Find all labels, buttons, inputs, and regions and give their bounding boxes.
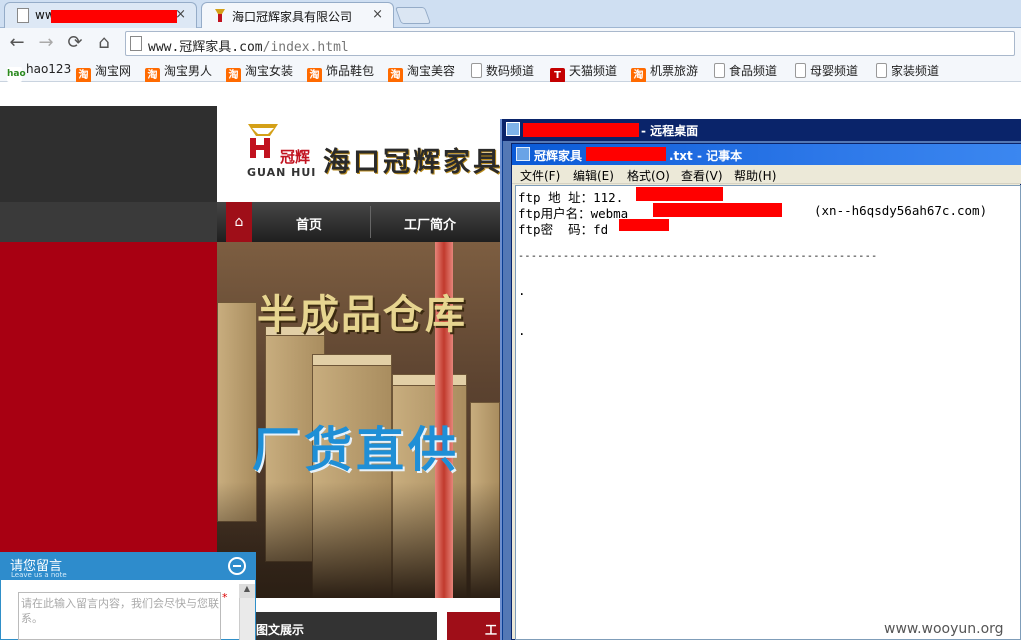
- new-tab-button[interactable]: [394, 7, 432, 24]
- bookmark-label: 家装频道: [891, 64, 940, 78]
- bookmark-label: hao123: [26, 62, 72, 76]
- url-path: /index.html: [262, 40, 349, 55]
- page-icon: [130, 36, 142, 51]
- bookmark-taobao-women[interactable]: 淘淘宝女装: [226, 62, 294, 83]
- taobao-icon: 淘: [631, 68, 646, 83]
- menu-help[interactable]: 帮助(H): [734, 167, 776, 184]
- back-arrow-icon[interactable]: ←: [6, 32, 28, 54]
- page-icon: [17, 8, 29, 23]
- separator-line: ----------------------------------------…: [518, 251, 878, 262]
- scroll-up-icon[interactable]: ▲: [239, 584, 255, 598]
- remote-desktop-title: - 远程桌面: [641, 124, 699, 138]
- bookmark-beauty[interactable]: 淘淘宝美容: [388, 62, 456, 83]
- tmall-icon: T: [550, 68, 565, 83]
- bookmark-label: 淘宝女装: [245, 64, 294, 78]
- bookmark-hao123[interactable]: haohao123: [7, 62, 72, 82]
- page-icon: [471, 63, 482, 78]
- page-icon: [795, 63, 806, 78]
- message-placeholder: 请在此输入留言内容，我们会尽快与您联系。: [21, 597, 219, 625]
- taobao-icon: 淘: [226, 68, 241, 83]
- left-nav-band: [0, 202, 217, 242]
- collapse-icon[interactable]: [228, 557, 246, 575]
- redaction-bar: [51, 10, 177, 23]
- bookmark-baby[interactable]: 母婴频道: [795, 62, 858, 78]
- tab-title: 海口冠辉家具有限公司: [232, 10, 353, 24]
- bookmark-taobao[interactable]: 淘淘宝网: [76, 62, 132, 83]
- taobao-icon: 淘: [76, 68, 91, 83]
- redaction-bar: [586, 147, 666, 161]
- bookmark-accessories[interactable]: 淘饰品鞋包: [307, 62, 375, 83]
- nav-item-home[interactable]: 首页: [296, 214, 322, 233]
- watermark: www.wooyun.org: [884, 621, 1004, 637]
- bookmark-home-decor[interactable]: 家装频道: [876, 62, 939, 78]
- bookmark-label: 淘宝网: [95, 64, 132, 78]
- remote-desktop-icon: [506, 122, 520, 136]
- url-host: www.冠辉家具.com: [148, 40, 263, 55]
- ftp-password-line: ftp密 码：fd: [518, 222, 609, 237]
- bookmark-label: 淘宝男人: [164, 64, 213, 78]
- bookmark-digital[interactable]: 数码频道: [471, 62, 534, 78]
- banner-crate-top: [312, 354, 392, 366]
- bookmark-label: 天猫频道: [569, 64, 618, 78]
- left-dark-panel: [0, 106, 217, 202]
- bookmark-label: 母婴频道: [810, 64, 859, 78]
- taobao-icon: 淘: [388, 68, 403, 83]
- notepad-dot-line: .: [518, 323, 526, 338]
- site-title: 海口冠辉家具: [323, 147, 503, 178]
- bookmark-taobao-men[interactable]: 淘淘宝男人: [145, 62, 213, 83]
- notepad-title-filename: 冠辉家具: [534, 149, 583, 163]
- bookmark-label: 食品频道: [729, 64, 778, 78]
- logo-english-text: GUAN HUI: [247, 166, 317, 179]
- close-icon[interactable]: ×: [175, 7, 186, 22]
- bookmark-label: 淘宝美容: [407, 64, 456, 78]
- site-navbar: [217, 202, 500, 242]
- url-text: www.冠辉家具.com/index.html: [148, 36, 349, 55]
- address-bar[interactable]: www.冠辉家具.com/index.html: [125, 31, 1015, 56]
- redaction-bar: [619, 219, 669, 231]
- page-icon: [714, 63, 725, 78]
- bookmark-label: 数码频道: [486, 64, 535, 78]
- tab-inactive[interactable]: ww ×: [4, 2, 197, 28]
- taobao-icon: 淘: [145, 68, 160, 83]
- gallery-label[interactable]: 图文展示: [256, 621, 304, 638]
- bookmark-flights[interactable]: 淘机票旅游: [631, 62, 699, 83]
- taobao-icon: 淘: [307, 68, 322, 83]
- tab-active[interactable]: 海口冠辉家具有限公司 ×: [201, 2, 394, 28]
- ftp-domain-note: (xn--h6qsdy56ah67c.com): [814, 203, 988, 218]
- reload-icon[interactable]: ⟳: [64, 32, 86, 54]
- banner-heading: 半成品仓库: [257, 292, 467, 338]
- nav-home-icon[interactable]: ⌂: [226, 202, 252, 242]
- bookmark-label: 机票旅游: [650, 64, 699, 78]
- redaction-bar: [653, 203, 782, 217]
- notepad-icon: [516, 147, 530, 161]
- hao123-icon: hao: [7, 67, 26, 82]
- home-icon[interactable]: ⌂: [93, 32, 115, 54]
- logo-chinese-text: 冠辉: [280, 148, 311, 166]
- redaction-bar: [523, 123, 639, 137]
- menu-file[interactable]: 文件(F): [520, 167, 560, 184]
- banner-crate-top: [392, 374, 467, 386]
- menu-format[interactable]: 格式(O): [627, 167, 670, 184]
- bookmark-tmall[interactable]: T 天猫频道: [550, 62, 618, 83]
- nav-divider: [370, 206, 371, 238]
- nav-item-factory-intro[interactable]: 工厂简介: [404, 214, 456, 233]
- close-icon[interactable]: ×: [372, 7, 383, 22]
- page-icon: [876, 63, 887, 78]
- notepad-dot-line: .: [518, 283, 526, 298]
- forward-arrow-icon[interactable]: →: [35, 32, 57, 54]
- message-widget-subtitle: Leave us a note: [11, 571, 67, 579]
- menu-view[interactable]: 查看(V): [681, 167, 723, 184]
- redaction-bar: [636, 187, 723, 201]
- notepad-title-app: .txt - 记事本: [669, 149, 743, 163]
- required-mark: *: [222, 591, 228, 604]
- guanhui-logo-icon[interactable]: [242, 120, 284, 162]
- banner-slogan: 厂货直供: [252, 422, 461, 478]
- guanhui-favicon-icon: [215, 9, 225, 22]
- banner-floor: [217, 482, 500, 598]
- bookmark-label: 饰品鞋包: [326, 64, 375, 78]
- factory-label[interactable]: 工: [485, 621, 497, 638]
- menu-edit[interactable]: 编辑(E): [573, 167, 614, 184]
- bookmark-food[interactable]: 食品频道: [714, 62, 777, 78]
